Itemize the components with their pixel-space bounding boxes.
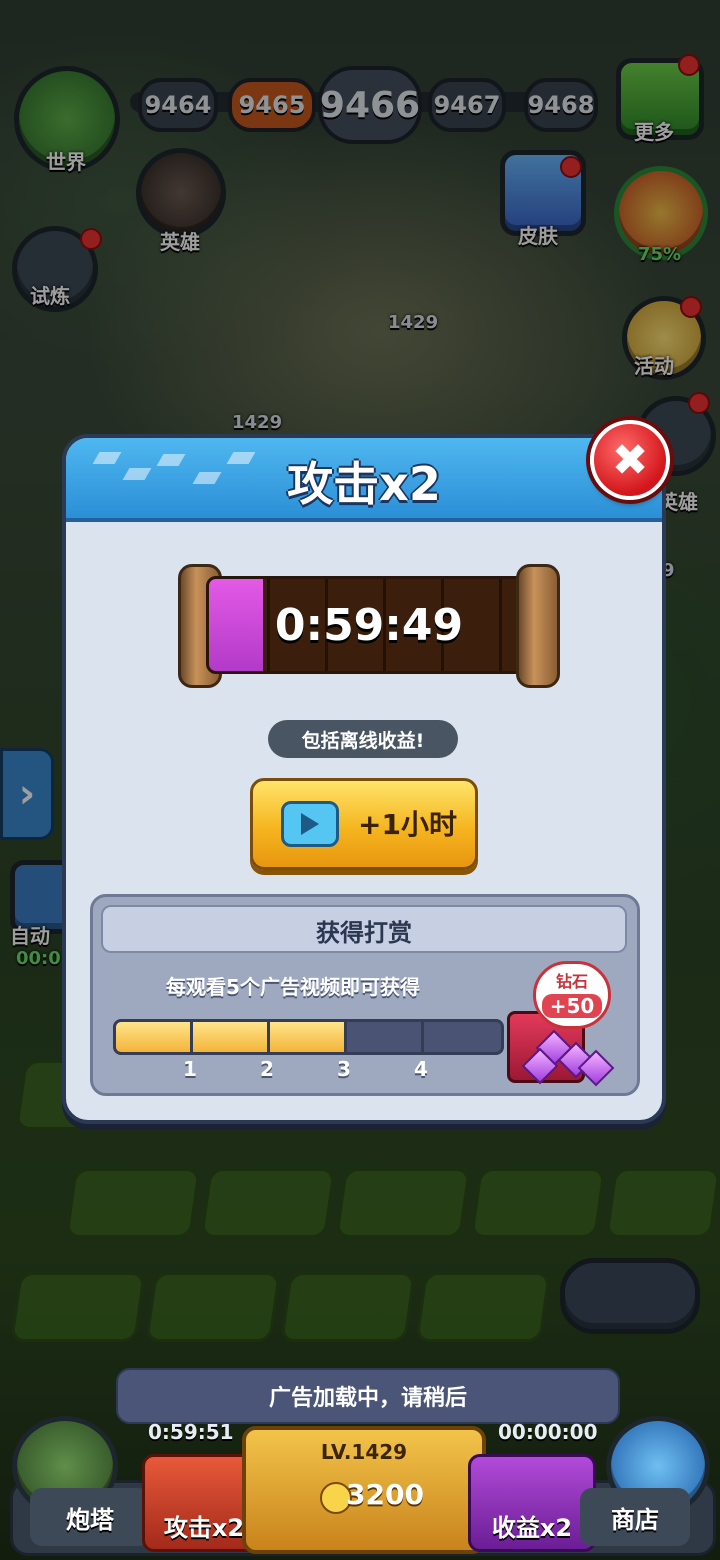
boost-timer-capsule: 0:59:49: [178, 564, 560, 688]
reward-panel: 获得打赏 每观看5个广告视频即可获得 1 2 3 4 钻石 +50: [90, 894, 640, 1096]
coin-amount: 3200: [346, 1478, 424, 1511]
turret-button[interactable]: 炮塔: [30, 1488, 150, 1546]
shop-button[interactable]: 商店: [580, 1488, 690, 1546]
capsule-cap-right: [516, 564, 560, 688]
dialog-title: 攻击x2: [287, 457, 441, 511]
offline-income-note: 包括离线收益!: [268, 720, 458, 758]
income-timer: 00:00:00: [498, 1420, 598, 1444]
video-ad-icon: [281, 801, 339, 847]
attack-boost-dialog: 攻击x2 0:59:49 包括离线收益! +1小时 获得打赏 每观看5个广告视频…: [62, 434, 666, 1124]
attack-label: 攻击x2: [163, 1513, 245, 1542]
boost-timer-text: 0:59:49: [274, 599, 464, 651]
dialog-header: 攻击x2: [66, 438, 662, 522]
attack-timer: 0:59:51: [148, 1420, 234, 1444]
reward-title: 获得打赏: [316, 919, 412, 947]
reward-description: 每观看5个广告视频即可获得: [166, 975, 420, 999]
ad-loading-toast: 广告加载中，请稍后: [116, 1368, 620, 1424]
progress-marker: 4: [414, 1057, 428, 1081]
badge-title: 钻石: [555, 972, 588, 991]
income-label: 收益x2: [491, 1513, 573, 1542]
income-boost-button[interactable]: 收益x2: [468, 1454, 596, 1552]
progress-marker: 2: [260, 1057, 274, 1081]
bottom-bar: 炮塔 0:59:51 攻击x2 LV.1429 3200 00:00:00 收益…: [0, 1416, 720, 1560]
progress-marker: 1: [183, 1057, 197, 1081]
watch-ad-button[interactable]: +1小时: [250, 778, 478, 870]
ad-progress-fill: [116, 1022, 347, 1052]
player-level: LV.1429: [320, 1440, 408, 1464]
ad-progress-bar: [113, 1019, 504, 1055]
capsule-body: 0:59:49: [206, 576, 532, 674]
diamond-reward-badge: 钻石 +50: [533, 961, 611, 1029]
level-coin-panel[interactable]: LV.1429 3200: [242, 1426, 486, 1554]
reward-header: 获得打赏: [101, 905, 627, 953]
close-dialog-button[interactable]: ✖: [590, 420, 670, 500]
watch-ad-label: +1小时: [358, 808, 457, 841]
close-icon: ✖: [611, 434, 649, 486]
badge-value: +50: [542, 994, 602, 1018]
progress-marker: 3: [337, 1057, 351, 1081]
